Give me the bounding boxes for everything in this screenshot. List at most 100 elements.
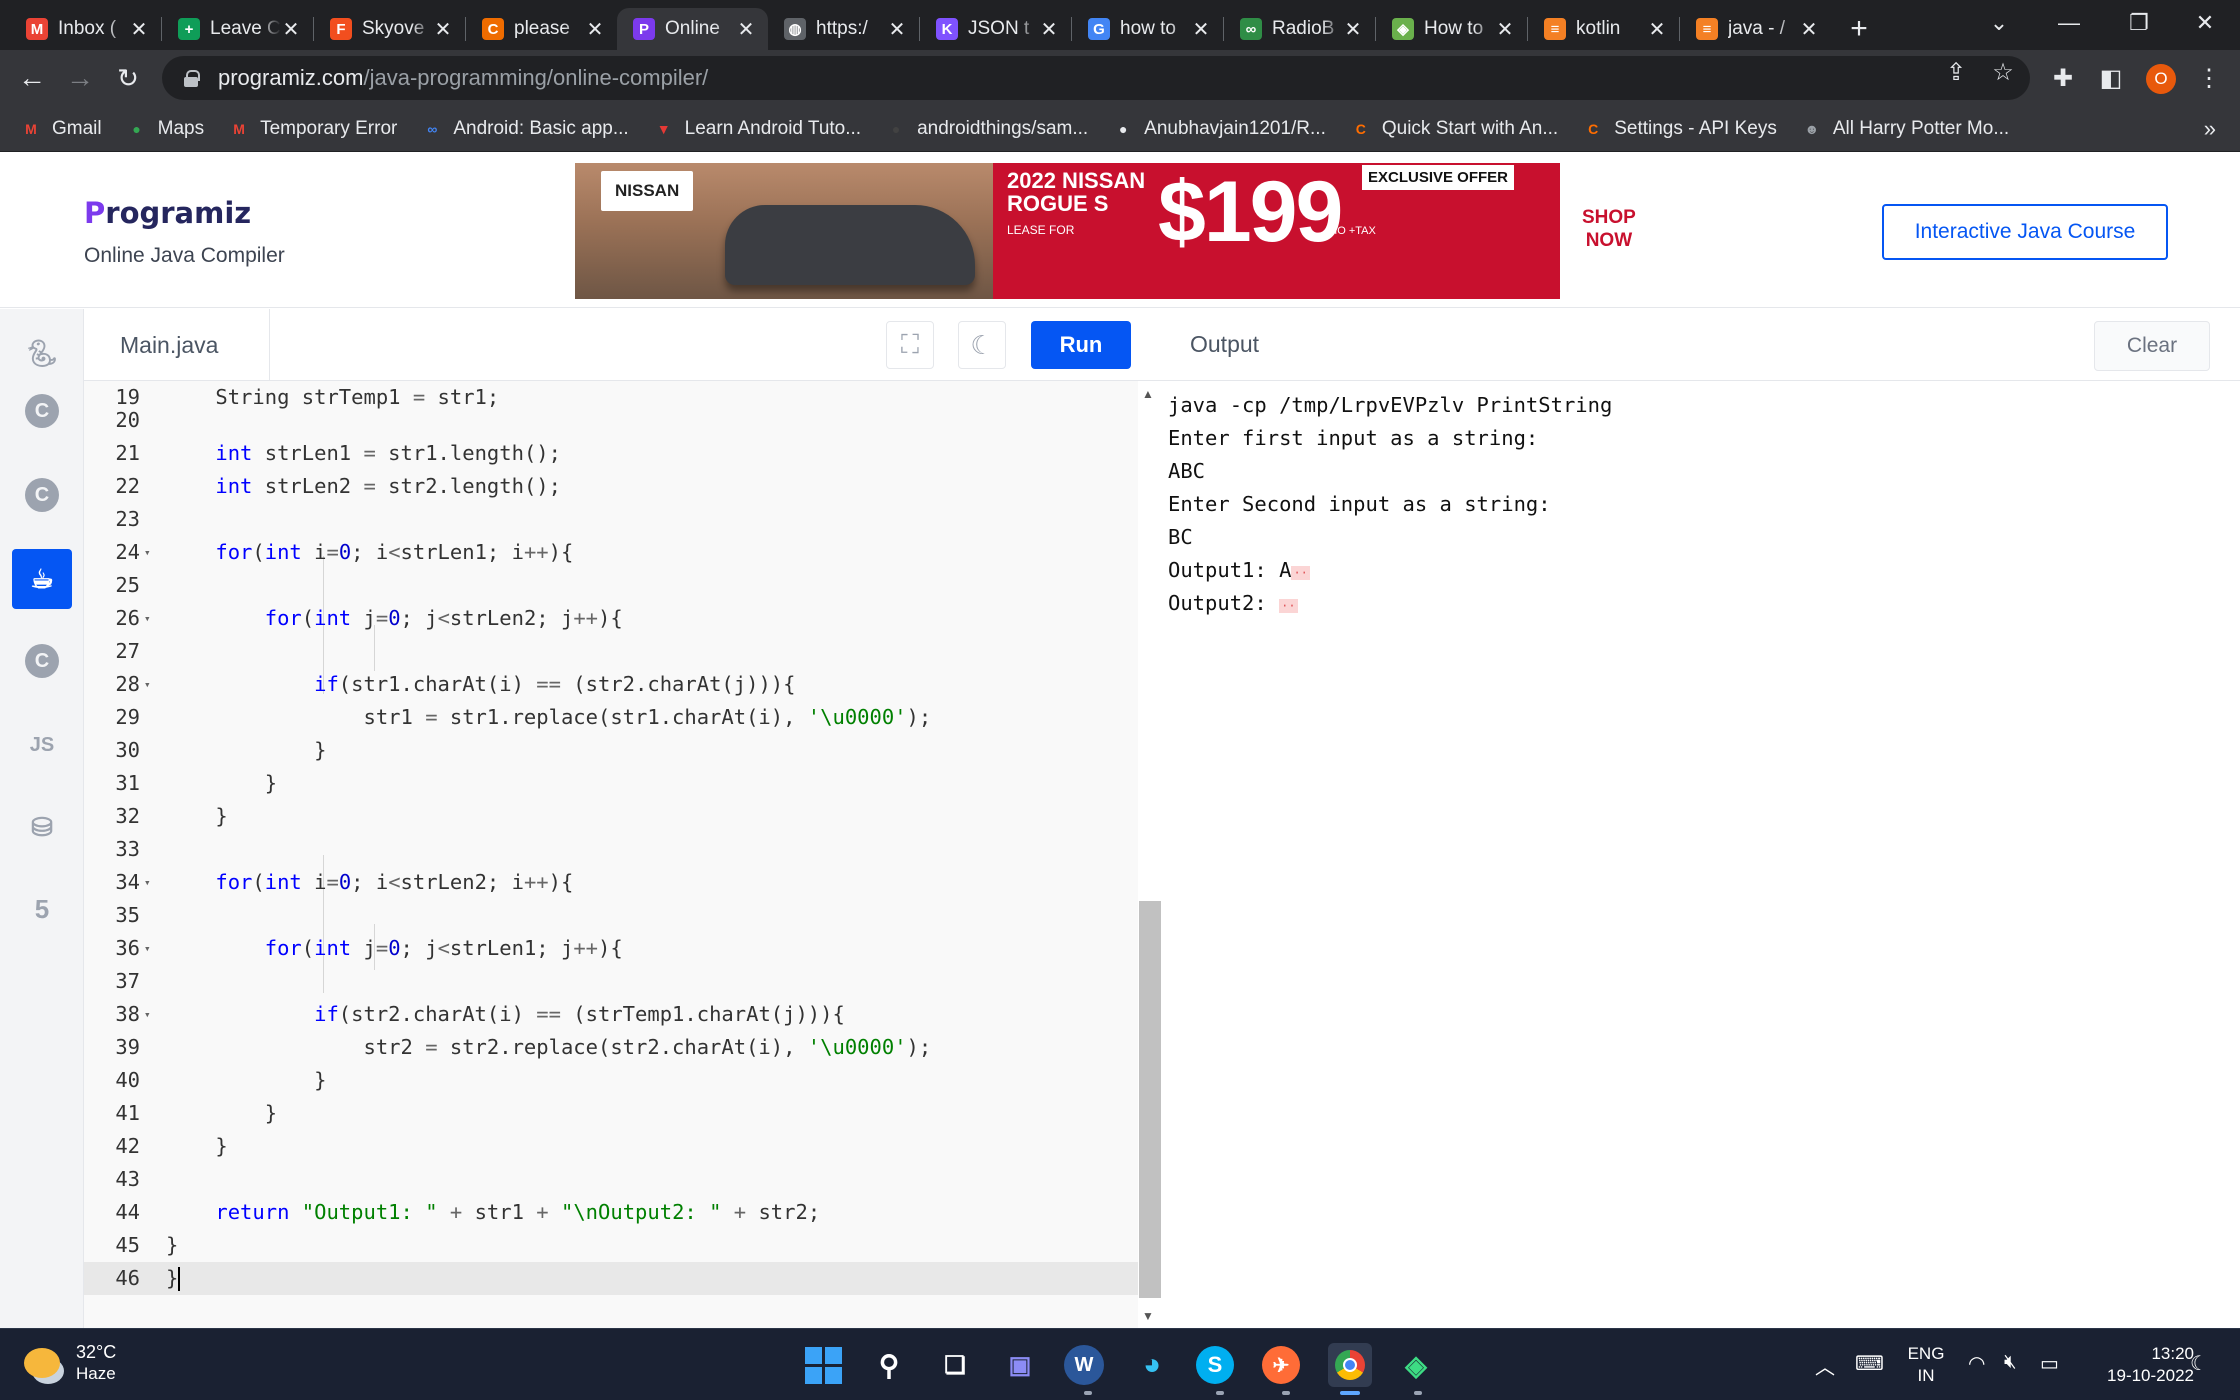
close-tab-icon[interactable]: ✕: [1039, 17, 1059, 42]
code-line[interactable]: 22 int strLen2 = str2.length();: [84, 470, 1138, 503]
scroll-up-icon[interactable]: ▲: [1142, 387, 1154, 401]
ad-offer-panel[interactable]: 2022 NISSAN ROGUE S LEASE FOR $199 /MO +T…: [993, 163, 1560, 299]
programiz-logo[interactable]: Programiz: [84, 196, 251, 230]
close-window-button[interactable]: ✕: [2170, 0, 2240, 46]
sql-database-icon[interactable]: ⛁: [12, 797, 72, 857]
close-tab-icon[interactable]: ✕: [585, 17, 605, 42]
teams-chat-icon[interactable]: ▣: [998, 1343, 1042, 1387]
java-icon[interactable]: ☕︎: [12, 549, 72, 609]
c-language-icon[interactable]: C: [12, 381, 72, 441]
share-icon[interactable]: ⇪: [1941, 58, 1971, 87]
code-line[interactable]: 31 }: [84, 767, 1138, 800]
output-console[interactable]: java -cp /tmp/LrpvEVPzlv PrintString Ent…: [1168, 389, 1612, 620]
close-tab-icon[interactable]: ✕: [1191, 17, 1211, 42]
forward-icon[interactable]: →: [62, 60, 98, 96]
file-tab-main-java[interactable]: Main.java: [84, 309, 270, 381]
address-bar[interactable]: programiz.com/java-programming/online-co…: [162, 56, 2030, 100]
minimize-button[interactable]: —: [2034, 0, 2104, 46]
postman-icon[interactable]: ✈: [1262, 1346, 1300, 1384]
browser-tab[interactable]: ≡ java - / ✕: [1680, 8, 1831, 50]
side-panel-icon[interactable]: ◧: [2096, 64, 2126, 93]
close-tab-icon[interactable]: ✕: [887, 17, 907, 42]
code-area[interactable]: 19 String strTemp1 = str1; 20 21 int str…: [84, 381, 1138, 1328]
browser-tab[interactable]: Ghow to ✕: [1072, 8, 1223, 50]
code-line[interactable]: 42 }: [84, 1130, 1138, 1163]
profile-avatar[interactable]: O: [2146, 64, 2176, 94]
clock[interactable]: 13:20 19-10-2022: [2080, 1343, 2194, 1387]
word-icon[interactable]: W: [1064, 1345, 1104, 1385]
code-line[interactable]: 26 ▾ for(int j=0; j<strLen2; j++){: [84, 602, 1138, 635]
code-line[interactable]: 40 }: [84, 1064, 1138, 1097]
editor-scrollbar-thumb[interactable]: [1139, 901, 1161, 1298]
csharp-language-icon[interactable]: C: [12, 631, 72, 691]
code-line[interactable]: 20: [84, 404, 1138, 437]
code-line-current[interactable]: 46}: [84, 1262, 1138, 1295]
browser-tab[interactable]: ∞ RadioB ✕: [1224, 8, 1375, 50]
html5-icon[interactable]: 5: [12, 879, 72, 939]
input-language[interactable]: ENG IN: [1904, 1343, 1948, 1387]
code-line[interactable]: 28 ▾ if(str1.charAt(i) == (str2.charAt(j)…: [84, 668, 1138, 701]
code-line[interactable]: 32 }: [84, 800, 1138, 833]
bookmarks-overflow-icon[interactable]: »: [2204, 116, 2216, 142]
browser-tab[interactable]: M Inbox (✕: [10, 8, 161, 50]
code-line[interactable]: 25: [84, 569, 1138, 602]
volume-muted-icon[interactable]: 🔇︎: [2004, 1351, 2017, 1374]
interactive-course-button[interactable]: Interactive Java Course: [1882, 204, 2168, 260]
weather-widget[interactable]: 32°C Haze: [24, 1341, 116, 1385]
reload-icon[interactable]: ↻: [110, 60, 146, 96]
extensions-icon[interactable]: ✚: [2048, 64, 2078, 93]
code-line[interactable]: 29 str1 = str1.replace(str1.charAt(i), '…: [84, 701, 1138, 734]
scroll-down-icon[interactable]: ▼: [1142, 1309, 1154, 1323]
skype-icon[interactable]: S: [1196, 1346, 1234, 1384]
code-line[interactable]: 23: [84, 503, 1138, 536]
wifi-icon[interactable]: ◠: [1968, 1351, 1985, 1376]
bookmark-item[interactable]: ∞ Android: Basic app...: [421, 118, 628, 140]
browser-tab[interactable]: + Leave C ✕: [162, 8, 313, 50]
bookmark-item[interactable]: M Gmail: [20, 118, 101, 140]
browser-tab[interactable]: Cplease ✕: [466, 8, 617, 50]
browser-tab[interactable]: ≡ kotlin ✕: [1528, 8, 1679, 50]
code-line[interactable]: 44 return "Output1: " + str1 + "\nOutput…: [84, 1196, 1138, 1229]
run-button[interactable]: Run: [1031, 321, 1131, 369]
bookmark-item[interactable]: ● androidthings/sam...: [885, 118, 1088, 140]
bookmark-item[interactable]: ● Anubhavjain1201/R...: [1112, 118, 1326, 140]
code-line[interactable]: 41 }: [84, 1097, 1138, 1130]
ad-image[interactable]: NISSAN: [575, 163, 993, 299]
restore-button[interactable]: ❐: [2104, 0, 2174, 46]
lock-icon[interactable]: [184, 70, 200, 87]
code-line[interactable]: 43: [84, 1163, 1138, 1196]
code-line[interactable]: 45}: [84, 1229, 1138, 1262]
code-line[interactable]: 27: [84, 635, 1138, 668]
cpp-language-icon[interactable]: C: [12, 465, 72, 525]
tab-search-icon[interactable]: ⌄: [1964, 0, 2034, 46]
bookmark-item[interactable]: C Settings - API Keys: [1582, 118, 1777, 140]
android-studio-icon[interactable]: ◈: [1394, 1343, 1438, 1387]
code-line[interactable]: 24 ▾ for(int i=0; i<strLen1; i++){: [84, 536, 1138, 569]
url-text[interactable]: programiz.com/java-programming/online-co…: [218, 65, 708, 91]
keyboard-icon[interactable]: ⌨: [1855, 1351, 1884, 1376]
bookmark-item[interactable]: ☻ All Harry Potter Mo...: [1801, 118, 2009, 140]
close-tab-icon[interactable]: ✕: [1647, 17, 1667, 42]
battery-icon[interactable]: ▭: [2040, 1351, 2059, 1376]
close-tab-icon[interactable]: ✕: [1495, 17, 1515, 42]
chrome-icon[interactable]: [1328, 1343, 1372, 1387]
task-view-icon[interactable]: ❏: [933, 1343, 977, 1387]
code-line[interactable]: 36 ▾ for(int j=0; j<strLen1; j++){: [84, 932, 1138, 965]
show-hidden-icons-chevron[interactable]: ︿: [1815, 1351, 1835, 1380]
code-line[interactable]: 38 ▾ if(str2.charAt(i) == (strTemp1.charA…: [84, 998, 1138, 1031]
bookmark-item[interactable]: C Quick Start with An...: [1350, 118, 1558, 140]
close-tab-icon[interactable]: ✕: [1343, 17, 1363, 42]
browser-tab[interactable]: F Skyove ✕: [314, 8, 465, 50]
search-icon[interactable]: ⚲: [867, 1343, 911, 1387]
bookmark-item[interactable]: ● Maps: [126, 118, 204, 140]
code-line[interactable]: 37: [84, 965, 1138, 998]
javascript-icon[interactable]: JS: [12, 715, 72, 775]
back-icon[interactable]: ←: [14, 60, 50, 96]
python-icon[interactable]: 🐍︎: [12, 323, 72, 383]
browser-tab[interactable]: P Online ✕: [617, 8, 768, 50]
edge-icon[interactable]: ◕: [1130, 1343, 1174, 1387]
code-line[interactable]: 35: [84, 899, 1138, 932]
browser-tab[interactable]: ◍ https:/ ✕: [768, 8, 919, 50]
menu-icon[interactable]: ⋮: [2194, 64, 2224, 93]
advertisement-banner[interactable]: NISSAN 2022 NISSAN ROGUE S LEASE FOR $199…: [575, 163, 1560, 299]
